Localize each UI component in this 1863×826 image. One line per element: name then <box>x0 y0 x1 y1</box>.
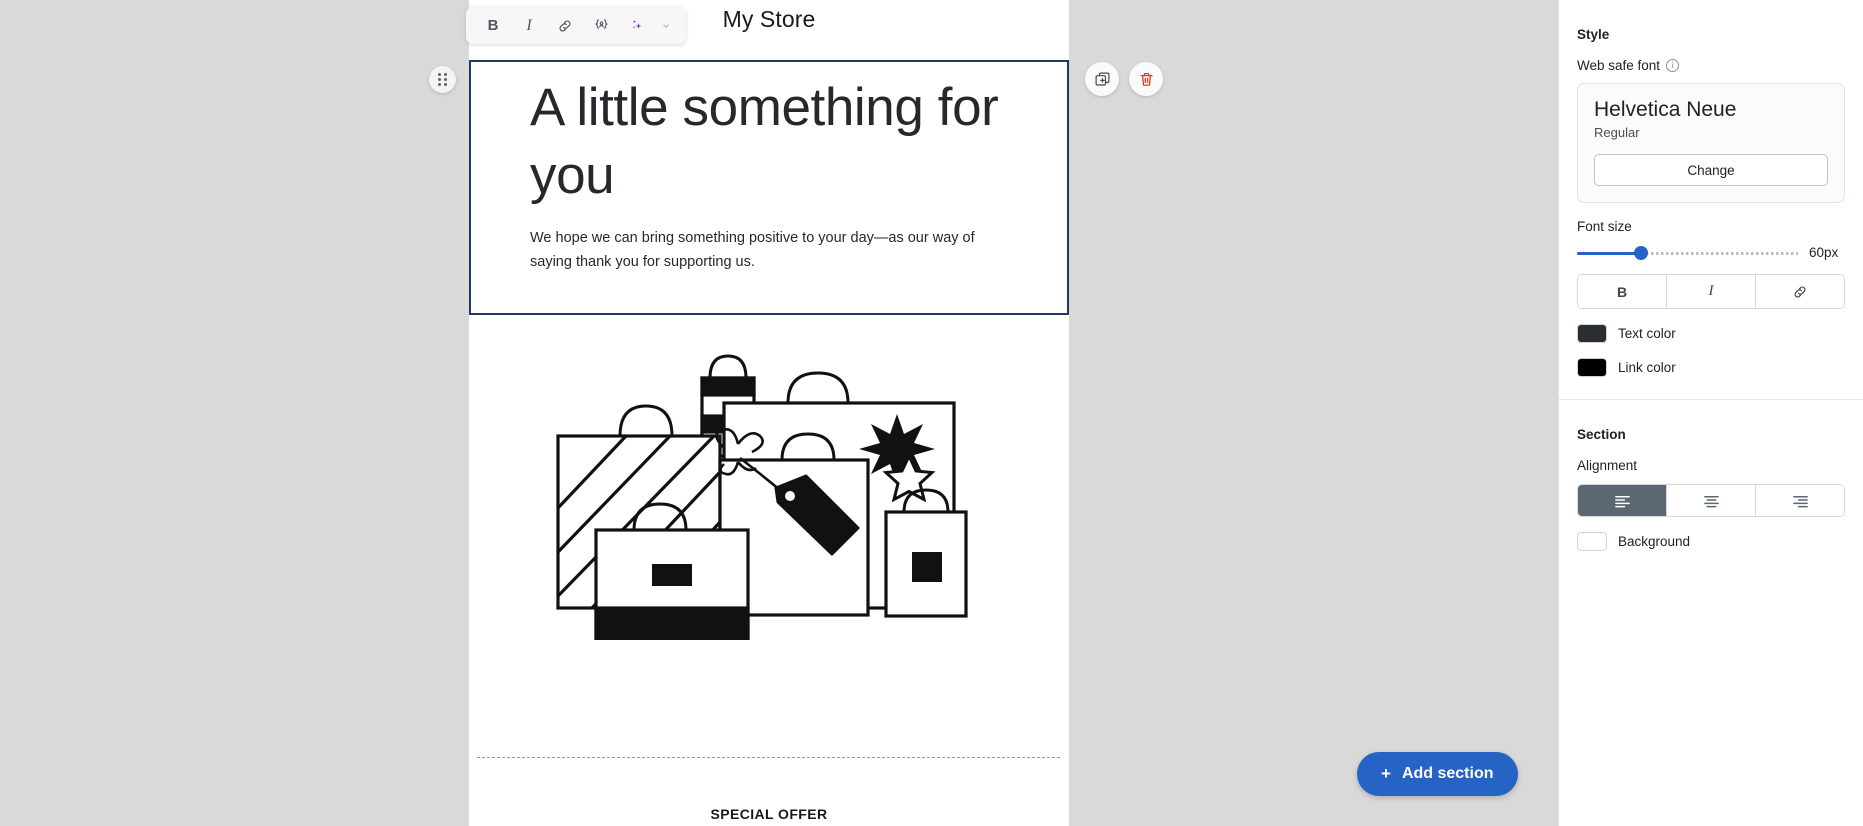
font-name: Helvetica Neue <box>1594 98 1737 121</box>
block-body-text[interactable]: We hope we can bring something positive … <box>530 226 1010 274</box>
background-color-row: Background <box>1577 532 1845 551</box>
special-offer-label: SPECIAL OFFER <box>710 806 828 822</box>
merge-tag-icon[interactable] <box>584 11 618 41</box>
align-right-icon[interactable] <box>1756 485 1844 516</box>
section-panel: Section Alignment Background <box>1559 427 1863 551</box>
info-icon[interactable]: i <box>1666 59 1680 72</box>
alignment-text: Alignment <box>1577 458 1638 473</box>
font-size-value: 60px <box>1809 245 1839 260</box>
link-icon[interactable] <box>548 11 582 41</box>
section-panel-title: Section <box>1577 427 1626 442</box>
font-size-label: Font size <box>1577 219 1845 234</box>
web-safe-font-label: Web safe font i <box>1577 58 1845 73</box>
text-color-label: Text color <box>1618 326 1676 341</box>
link-color-label: Link color <box>1618 360 1676 375</box>
background-label: Background <box>1618 534 1691 549</box>
selected-text-block[interactable]: A little something for you We hope we ca… <box>469 60 1069 315</box>
style-panel: Style Web safe font i Helvetica Neue Reg… <box>1559 27 1863 377</box>
style-sidebar: Style Web safe font i Helvetica Neue Reg… <box>1558 0 1863 826</box>
toolbar-italic-button[interactable]: I <box>512 11 546 41</box>
align-left-icon[interactable] <box>1578 485 1667 516</box>
plus-icon: + <box>1381 764 1391 783</box>
font-size-slider[interactable] <box>1577 245 1798 260</box>
link-color-row: Link color <box>1577 358 1845 377</box>
font-size-slider-row: 60px <box>1577 245 1845 260</box>
text-color-swatch[interactable] <box>1577 324 1607 343</box>
ai-sparkle-icon[interactable] <box>620 11 654 41</box>
change-font-button[interactable]: Change <box>1594 154 1828 186</box>
alignment-label: Alignment <box>1577 458 1845 473</box>
sidebar-italic-button[interactable]: I <box>1667 275 1756 308</box>
block-actions <box>1085 62 1163 96</box>
shopping-bags-illustration <box>469 322 1069 657</box>
slider-remaining-track <box>1641 252 1798 255</box>
email-editor-app: My Store A little something for you We h… <box>0 0 1863 826</box>
delete-trash-icon[interactable] <box>1129 62 1163 96</box>
slider-thumb[interactable] <box>1634 245 1649 260</box>
add-section-label: Add section <box>1401 765 1494 782</box>
chevron-down-icon[interactable] <box>656 11 676 41</box>
drag-handle-icon[interactable] <box>429 66 456 93</box>
web-safe-font-text: Web safe font <box>1577 58 1661 73</box>
style-panel-title: Style <box>1577 27 1610 42</box>
alignment-group <box>1577 484 1845 517</box>
sidebar-divider <box>1559 399 1863 400</box>
add-section-button[interactable]: + Add section <box>1357 752 1518 796</box>
font-size-text: Font size <box>1577 219 1632 234</box>
section-divider <box>477 757 1060 758</box>
align-center-icon[interactable] <box>1667 485 1756 516</box>
floating-format-toolbar: B I <box>466 7 686 44</box>
duplicate-icon[interactable] <box>1085 62 1119 96</box>
text-color-row: Text color <box>1577 324 1845 343</box>
toolbar-bold-button[interactable]: B <box>476 11 510 41</box>
font-weight: Regular <box>1594 125 1640 140</box>
block-heading[interactable]: A little something for you <box>530 74 1000 210</box>
sidebar-bold-button[interactable]: B <box>1578 275 1667 308</box>
font-card: Helvetica Neue Regular Change <box>1577 83 1845 203</box>
drag-dots-icon <box>438 72 447 87</box>
sidebar-link-icon[interactable] <box>1756 275 1844 308</box>
slider-filled-track <box>1577 251 1642 255</box>
link-color-swatch[interactable] <box>1577 358 1607 377</box>
text-format-group: B I <box>1577 274 1845 309</box>
background-color-swatch[interactable] <box>1577 532 1607 551</box>
